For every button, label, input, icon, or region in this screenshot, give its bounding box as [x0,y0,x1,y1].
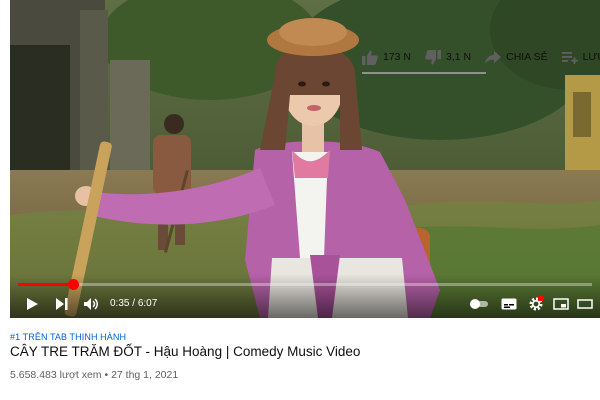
time-current: 0:35 [110,298,130,309]
subtitles-icon [501,298,517,310]
video-meta: 5.658.483 lượt xem • 27 thg 1, 2021 [10,369,178,381]
like-ratio-bar [362,72,486,74]
volume-icon [84,298,98,310]
time-display: 0:35 / 6:07 [110,296,157,312]
next-icon [56,298,68,310]
miniplayer-icon [553,298,569,310]
theater-button[interactable] [576,296,594,312]
like-button[interactable]: 173 N [362,50,411,65]
time-separator: / [129,298,138,309]
play-icon [27,298,38,310]
share-button[interactable]: CHIA SẺ [485,50,548,64]
autoplay-toggle[interactable] [468,296,490,312]
next-button[interactable] [54,296,70,312]
dislike-button[interactable]: 3,1 N [425,49,472,65]
video-title: CÂY TRE TRĂM ĐỐT - Hậu Hoàng | Comedy Mu… [10,344,361,359]
share-icon [485,50,502,64]
trending-tag[interactable]: #1 TRÊN TAB THỊNH HÀNH [10,332,126,342]
save-icon [561,51,578,64]
autoplay-toggle-icon [470,299,488,309]
progress-bar[interactable] [18,279,592,290]
dislike-icon [425,49,442,64]
save-button[interactable]: LƯU [561,51,600,64]
view-count: 5.658.483 lượt xem [10,369,102,381]
share-label: CHIA SẺ [506,51,548,63]
progress-fill [18,283,73,286]
upload-date: 27 thg 1, 2021 [111,369,179,381]
subtitles-button[interactable] [500,296,518,312]
settings-icon [529,296,544,311]
time-total: 6:07 [137,298,158,309]
theater-icon [577,299,593,309]
miniplayer-button[interactable] [552,296,570,312]
save-label: LƯU [582,51,600,63]
scrubber-handle[interactable] [67,279,79,290]
settings-button[interactable] [526,296,546,312]
volume-button[interactable] [82,296,100,312]
player-controls: 0:35 / 6:07 [10,274,600,318]
like-icon [362,50,378,65]
like-count: 173 N [383,51,412,63]
play-button[interactable] [24,296,40,312]
dislike-count: 3,1 N [446,51,472,63]
meta-separator: • [101,369,112,381]
action-bar: 173 N 3,1 N CHIA SẺ LƯU [362,46,600,68]
